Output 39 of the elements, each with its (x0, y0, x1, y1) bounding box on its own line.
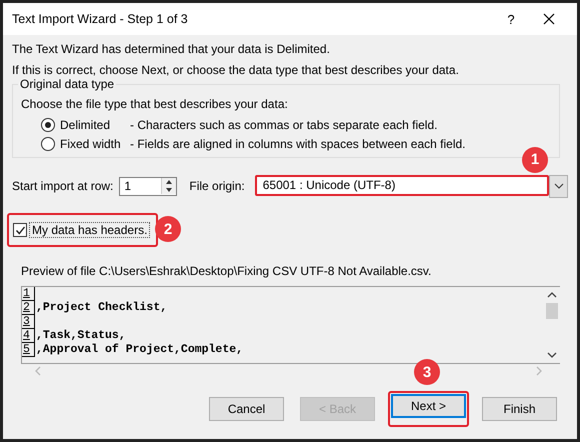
dialog-button[interactable]: Next > (391, 394, 466, 418)
file-origin-label: File origin: (189, 179, 245, 193)
line-number: 2 (22, 301, 35, 315)
radio-label[interactable]: Fixed width (60, 136, 130, 150)
radio-button[interactable] (41, 136, 55, 150)
help-button[interactable]: ? (491, 12, 531, 26)
scroll-down-icon[interactable] (546, 351, 556, 359)
preview-label: Preview of file C:\Users\Eshrak\Desktop\Fixing CSV UTF-8 Not Available.csv. (21, 264, 432, 280)
prompt-text: Choose the file type that best describes your data: (21, 97, 289, 113)
intro-text: If this is correct, choose Next, or choose the data type that best describes your data. (12, 62, 460, 79)
checkbox[interactable] (13, 223, 27, 237)
line-number: 5 (22, 343, 35, 357)
line-number: 3 (22, 315, 35, 329)
scrollbar-thumb[interactable] (546, 303, 558, 319)
step-marker: 1 (522, 146, 548, 172)
preview-line: ,Approval of Project,Complete, (35, 343, 244, 357)
file-origin-dropdown[interactable]: 65001 : Unicode (UTF-8) (254, 174, 549, 196)
dialog-button[interactable]: Cancel (209, 397, 284, 421)
window-title: Text Import Wizard - Step 1 of 3 (12, 12, 189, 26)
line-number: 1 (22, 287, 35, 301)
option-description: - Fields are aligned in columns with spaces between each field. (130, 136, 466, 150)
preview-line: ,Project Checklist, (35, 301, 168, 315)
radio-button[interactable] (41, 118, 55, 132)
scroll-up-icon[interactable] (546, 291, 556, 299)
close-icon[interactable] (543, 13, 555, 25)
intro-text: The Text Wizard has determined that your data is Delimited. (12, 41, 331, 58)
step-marker: 3 (414, 359, 440, 385)
start-row-label: Start import at row: (12, 179, 114, 193)
dialog-button[interactable]: Finish (482, 397, 557, 421)
dropdown-button[interactable] (549, 174, 568, 198)
line-number: 4 (22, 329, 35, 343)
group-title: Original data type (18, 77, 116, 91)
step-marker: 2 (155, 216, 181, 242)
option-description: - Characters such as commas or tabs separate each field. (130, 118, 438, 132)
checkbox-label[interactable]: My data has headers. (29, 222, 150, 238)
start-row-spinner[interactable]: 1 (119, 176, 178, 196)
chevron-down-icon (554, 183, 564, 189)
radio-label[interactable]: Delimited (60, 118, 130, 132)
preview-line: ,Task,Status, (35, 329, 126, 343)
